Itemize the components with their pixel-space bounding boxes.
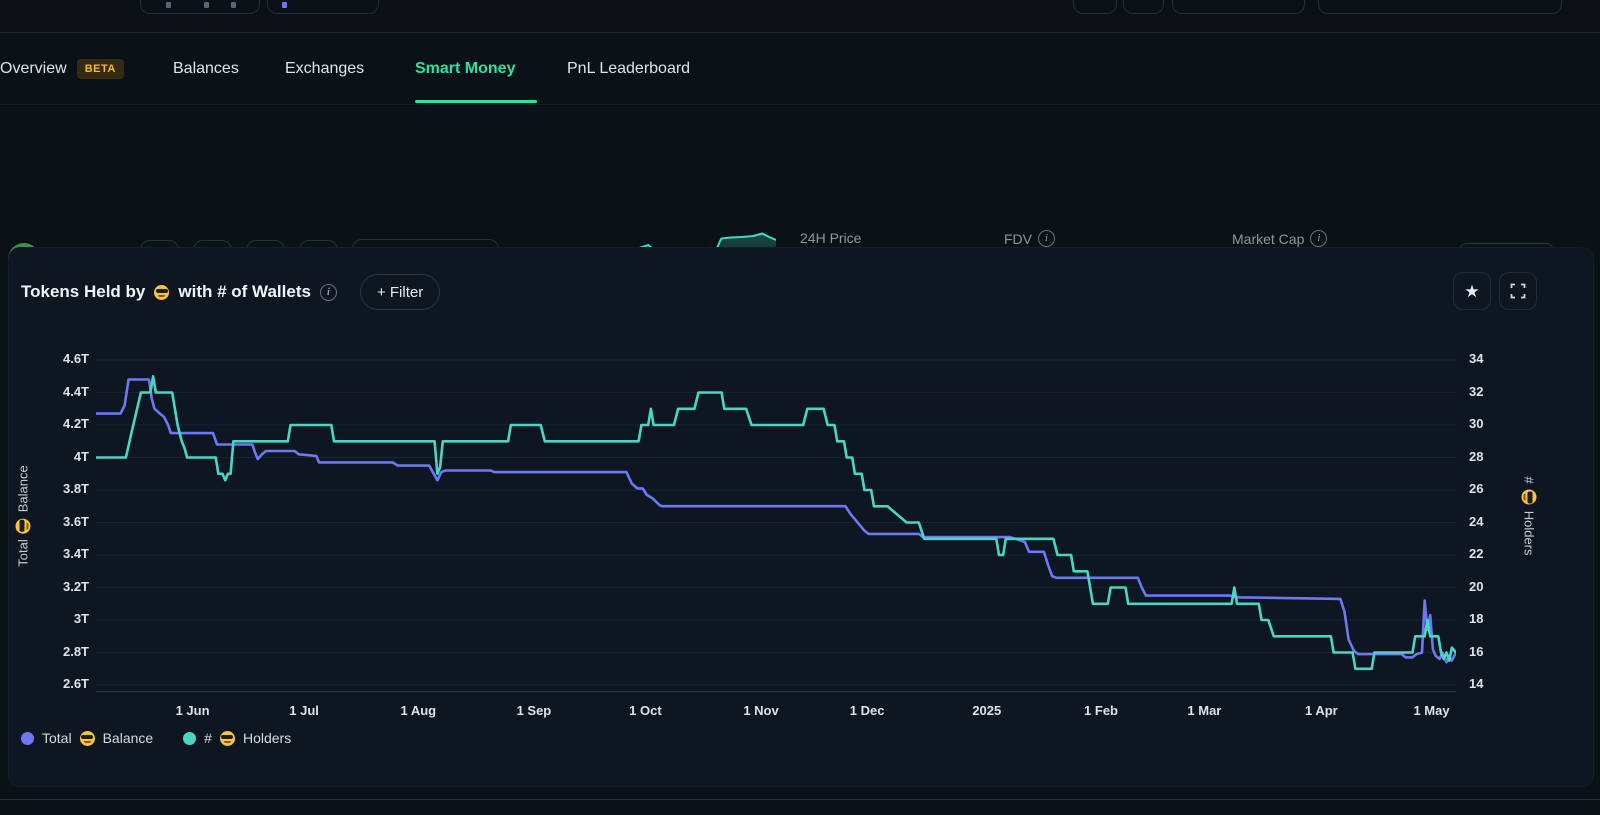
y-tick-right: 32	[1469, 384, 1509, 399]
tab-balances[interactable]: Balances	[173, 33, 239, 104]
tab-label: Overview	[0, 60, 67, 78]
left-axis-title: Total Balance	[16, 465, 31, 566]
topbar-icon-dot	[166, 2, 171, 8]
x-tick: 1 Sep	[494, 703, 574, 718]
y-tick-right: 16	[1469, 644, 1509, 659]
y-tick-left: 3.2T	[33, 579, 89, 594]
tabs-row: Overview BETA Balances Exchanges Smart M…	[0, 33, 1600, 105]
topbar	[0, 0, 1600, 33]
topbar-button-3[interactable]	[1073, 0, 1117, 14]
x-tick: 1 Apr	[1281, 703, 1361, 718]
chart-canvas	[96, 341, 1456, 693]
beta-badge: BETA	[77, 59, 124, 79]
y-tick-left: 2.8T	[33, 644, 89, 659]
legend-item[interactable]: # Holders	[183, 730, 291, 746]
topbar-button-5[interactable]	[1172, 0, 1305, 14]
topbar-button-4[interactable]	[1123, 0, 1164, 14]
y-tick-left: 4.4T	[33, 384, 89, 399]
page: Overview BETA Balances Exchanges Smart M…	[0, 0, 1600, 815]
topbar-icon-dot	[231, 2, 236, 8]
star-icon	[1464, 283, 1479, 300]
chart-legend: Total Balance # Holders	[21, 730, 291, 746]
x-tick: 1 Aug	[378, 703, 458, 718]
y-tick-left: 3.6T	[33, 514, 89, 529]
token-header: PEPE X	[0, 104, 1600, 206]
market-cap-label: Market Cap	[1232, 231, 1304, 247]
smart-money-emoji-icon	[16, 518, 31, 533]
x-tick: 1 May	[1392, 703, 1472, 718]
info-icon[interactable]	[1038, 230, 1055, 247]
left-axis-title-post: Balance	[16, 465, 31, 512]
tab-smart-money[interactable]: Smart Money	[415, 33, 515, 104]
right-axis-title-pre: #	[1522, 476, 1537, 483]
topbar-button-6[interactable]	[1318, 0, 1562, 14]
smart-money-emoji-icon	[1522, 490, 1537, 505]
y-tick-right: 24	[1469, 514, 1509, 529]
legend-label: Balance	[103, 730, 154, 746]
y-tick-right: 14	[1469, 676, 1509, 691]
tab-label: Smart Money	[415, 60, 515, 78]
y-tick-right: 18	[1469, 611, 1509, 626]
tab-label: PnL Leaderboard	[567, 60, 690, 78]
right-axis-title: # Holders	[1522, 476, 1537, 555]
y-tick-left: 4.6T	[33, 351, 89, 366]
x-tick: 1 Oct	[605, 703, 685, 718]
x-tick: 1 Jul	[264, 703, 344, 718]
right-axis-title-post: Holders	[1522, 511, 1537, 556]
x-tick: 1 Nov	[721, 703, 801, 718]
active-tab-underline	[415, 100, 537, 103]
favorite-button[interactable]	[1453, 272, 1491, 310]
topbar-icon-dot-purple	[282, 2, 287, 8]
x-tick: 2025	[947, 703, 1027, 718]
x-tick: 1 Feb	[1061, 703, 1141, 718]
y-tick-left: 3.4T	[33, 546, 89, 561]
plot-area[interactable]: 1 Jun1 Jul1 Aug1 Sep1 Oct1 Nov1 Dec20251…	[96, 341, 1456, 693]
panel-title-post: with # of Wallets	[178, 282, 311, 302]
y-tick-left: 4.2T	[33, 416, 89, 431]
legend-label: Holders	[243, 730, 291, 746]
legend-dot-icon	[183, 732, 196, 745]
fullscreen-button[interactable]	[1499, 272, 1537, 310]
y-tick-right: 26	[1469, 481, 1509, 496]
legend-item[interactable]: Total Balance	[21, 730, 153, 746]
y-tick-left: 2.6T	[33, 676, 89, 691]
y-tick-left: 3.8T	[33, 481, 89, 496]
fdv-label: FDV	[1004, 231, 1032, 247]
smart-money-emoji-icon	[220, 731, 235, 746]
tab-pnl-leaderboard[interactable]: PnL Leaderboard	[567, 33, 690, 104]
chart-panel: Tokens Held by with # of Wallets + Filte…	[8, 247, 1594, 787]
legend-label: #	[204, 730, 212, 746]
info-icon[interactable]	[1310, 230, 1327, 247]
x-tick: 1 Jun	[153, 703, 233, 718]
topbar-icon-dot	[204, 2, 209, 8]
y-tick-right: 20	[1469, 579, 1509, 594]
y-tick-right: 34	[1469, 351, 1509, 366]
topbar-button-1[interactable]	[140, 0, 260, 14]
y-tick-right: 22	[1469, 546, 1509, 561]
tab-label: Balances	[173, 60, 239, 78]
legend-label: Total	[42, 730, 72, 746]
tab-exchanges[interactable]: Exchanges	[285, 33, 364, 104]
info-icon[interactable]	[320, 284, 337, 301]
y-tick-right: 30	[1469, 416, 1509, 431]
smart-money-emoji-icon	[80, 731, 95, 746]
smart-money-emoji-icon	[154, 285, 169, 300]
panel-title: Tokens Held by with # of Wallets + Filte…	[21, 274, 440, 310]
filter-label: + Filter	[377, 284, 423, 301]
filter-button[interactable]: + Filter	[360, 274, 440, 310]
x-tick: 1 Mar	[1164, 703, 1244, 718]
legend-dot-icon	[21, 732, 34, 745]
x-tick: 1 Dec	[827, 703, 907, 718]
y-tick-left: 4T	[33, 449, 89, 464]
section-divider	[0, 799, 1600, 800]
price-label: 24H Price	[800, 230, 861, 246]
y-tick-right: 28	[1469, 449, 1509, 464]
expand-icon	[1510, 283, 1526, 299]
panel-title-pre: Tokens Held by	[21, 282, 145, 302]
tab-overview[interactable]: Overview BETA	[0, 33, 124, 104]
left-axis-title-pre: Total	[16, 539, 31, 566]
y-tick-left: 3T	[33, 611, 89, 626]
tab-label: Exchanges	[285, 60, 364, 78]
